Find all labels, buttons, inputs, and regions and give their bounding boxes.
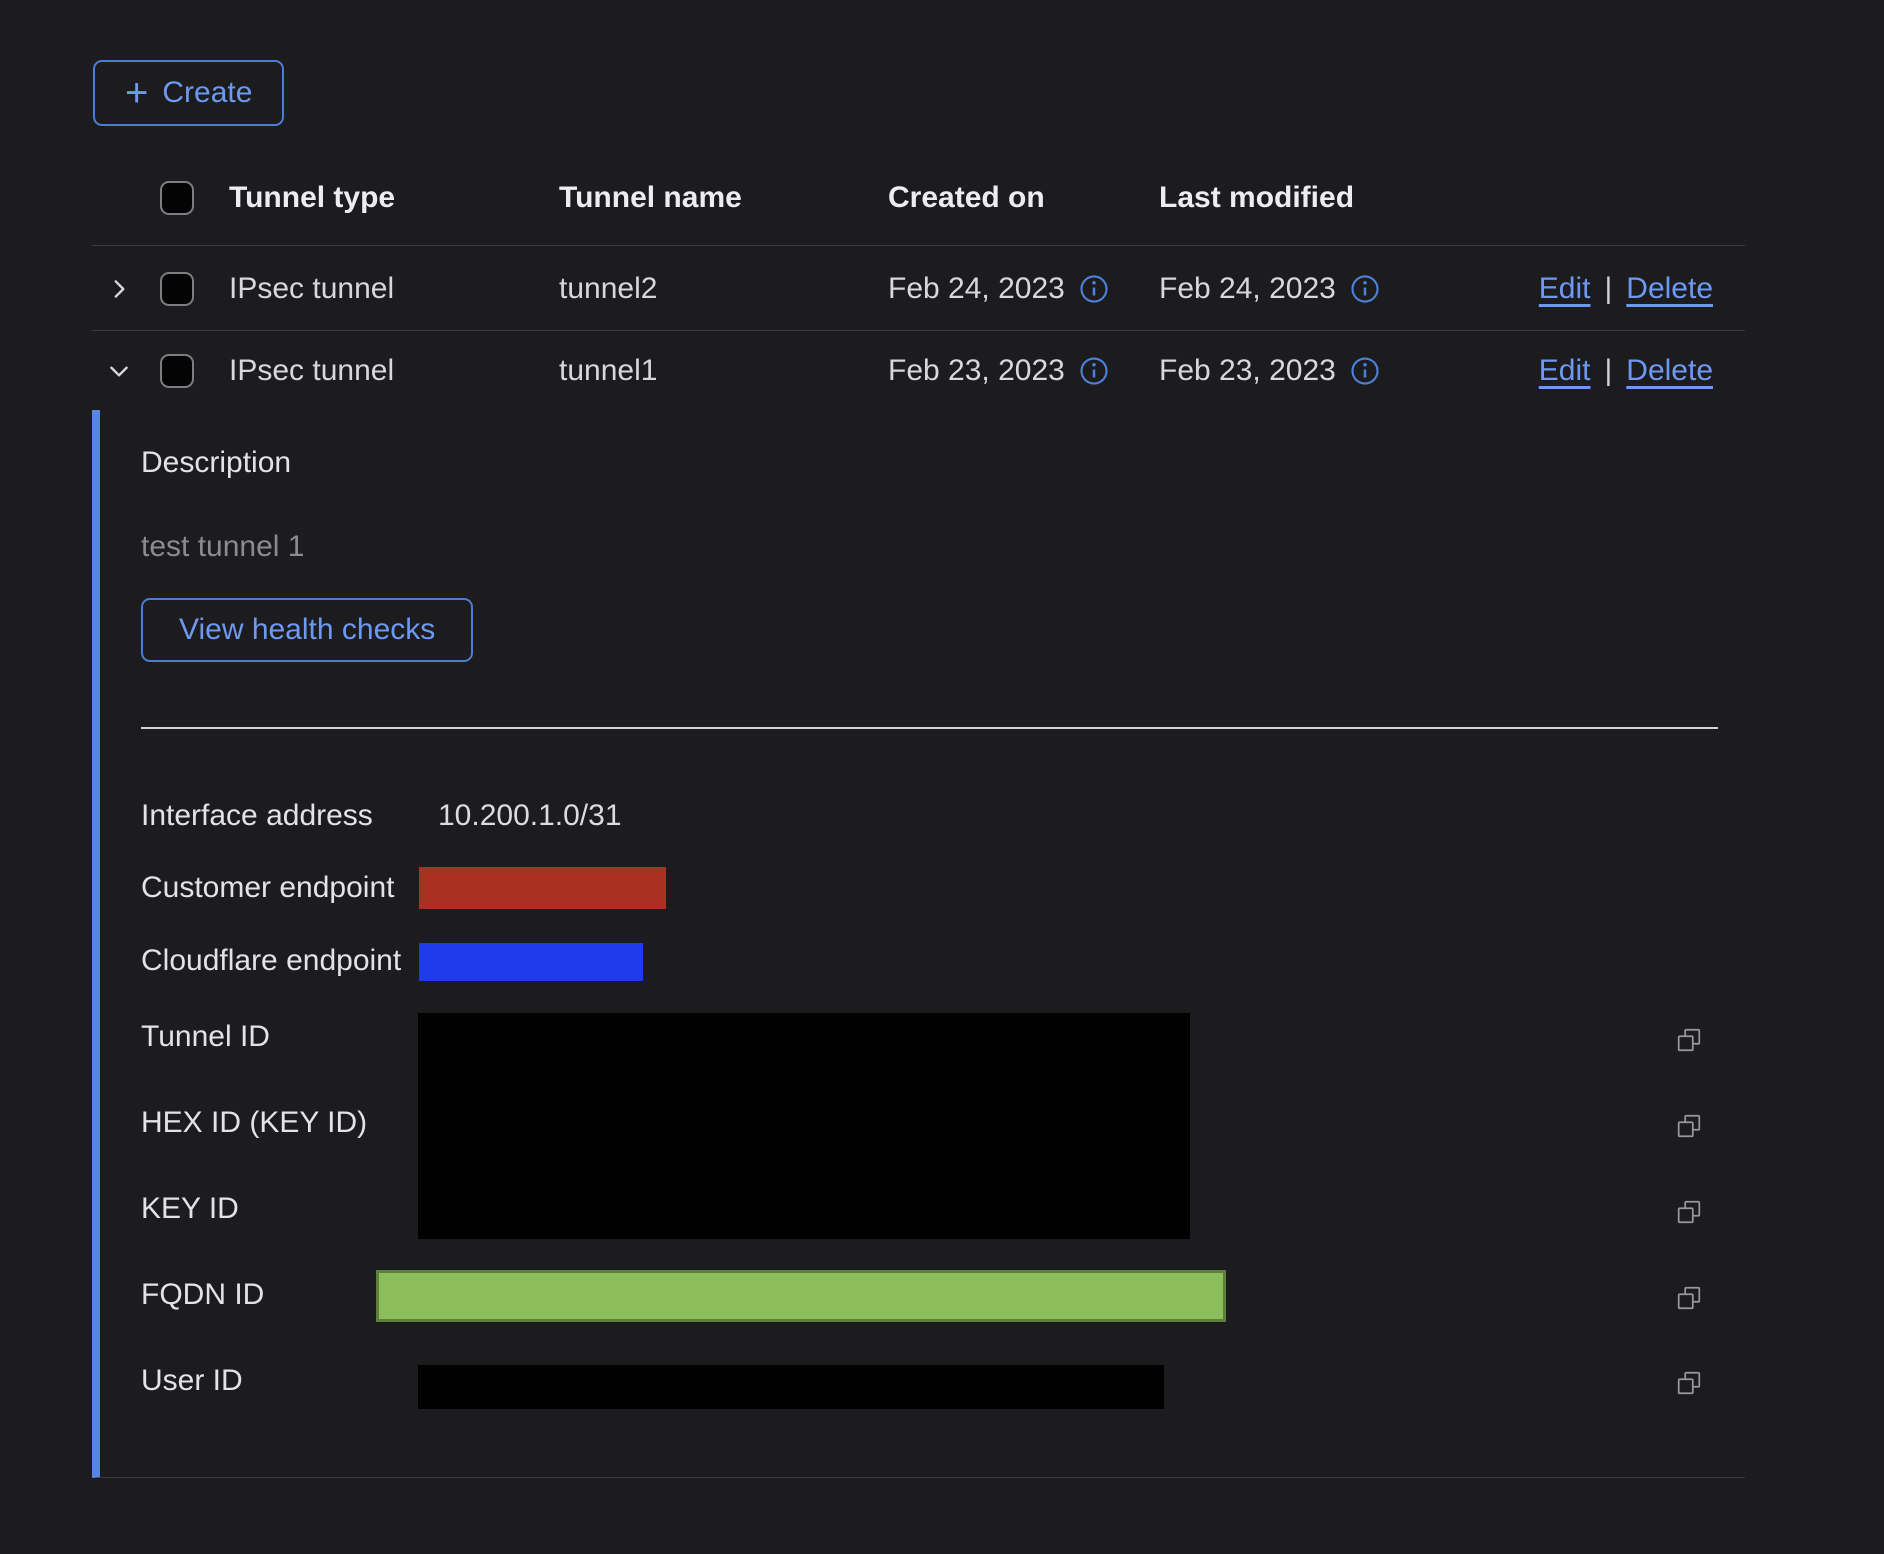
row-checkbox[interactable] xyxy=(160,272,194,306)
copy-icon xyxy=(1676,1027,1702,1053)
copy-hex-id-button[interactable] xyxy=(1676,1113,1702,1139)
table-row-tunnel1: IPsec tunnel tunnel1 Feb 23, 2023 Feb 23… xyxy=(92,332,1745,410)
create-button[interactable]: + Create xyxy=(93,60,284,126)
fqdn-id-redaction xyxy=(376,1270,1226,1322)
field-label-key-id: KEY ID xyxy=(141,1192,239,1226)
description-value: test tunnel 1 xyxy=(141,530,304,564)
copy-user-id-button[interactable] xyxy=(1676,1370,1702,1396)
row-checkbox[interactable] xyxy=(160,354,194,388)
cloudflare-endpoint-redaction xyxy=(419,943,643,981)
section-divider xyxy=(141,727,1718,729)
tunnel-name-cell: tunnel1 xyxy=(559,354,657,388)
copy-icon xyxy=(1676,1285,1702,1311)
created-on-cell: Feb 23, 2023 xyxy=(888,354,1109,388)
row-actions: Edit | Delete xyxy=(1539,354,1713,388)
created-on-value: Feb 24, 2023 xyxy=(888,272,1065,306)
interface-address-value: 10.200.1.0/31 xyxy=(438,799,622,833)
action-separator: | xyxy=(1604,272,1612,306)
header-last-modified: Last modified xyxy=(1159,181,1354,215)
field-label-fqdn-id: FQDN ID xyxy=(141,1278,264,1312)
field-label-user-id: User ID xyxy=(141,1364,243,1398)
tunnel-type-cell: IPsec tunnel xyxy=(229,354,394,388)
table-row-tunnel2: IPsec tunnel tunnel2 Feb 24, 2023 Feb 24… xyxy=(92,247,1745,331)
row-actions: Edit | Delete xyxy=(1539,272,1713,306)
action-separator: | xyxy=(1604,354,1612,388)
header-created-on: Created on xyxy=(888,181,1045,215)
collapse-row-button[interactable] xyxy=(106,358,132,384)
info-icon[interactable] xyxy=(1350,274,1380,304)
view-health-checks-button[interactable]: View health checks xyxy=(141,598,473,662)
last-modified-cell: Feb 23, 2023 xyxy=(1159,354,1380,388)
delete-link[interactable]: Delete xyxy=(1626,354,1713,388)
select-all-checkbox[interactable] xyxy=(160,181,194,215)
create-button-label: Create xyxy=(162,76,252,110)
field-label-tunnel-id: Tunnel ID xyxy=(141,1020,270,1054)
field-label-cloudflare-endpoint: Cloudflare endpoint xyxy=(141,944,401,978)
last-modified-value: Feb 24, 2023 xyxy=(1159,272,1336,306)
customer-endpoint-redaction xyxy=(419,867,666,909)
copy-icon xyxy=(1676,1199,1702,1225)
tunnel-name-cell: tunnel2 xyxy=(559,272,657,306)
copy-fqdn-id-button[interactable] xyxy=(1676,1285,1702,1311)
chevron-right-icon xyxy=(106,276,132,302)
ids-redaction-block xyxy=(418,1013,1190,1239)
table-header-row: Tunnel type Tunnel name Created on Last … xyxy=(92,150,1745,246)
info-icon[interactable] xyxy=(1079,274,1109,304)
copy-tunnel-id-button[interactable] xyxy=(1676,1027,1702,1053)
tunnel-detail-panel: Description test tunnel 1 View health ch… xyxy=(92,410,1745,1478)
field-label-customer-endpoint: Customer endpoint xyxy=(141,871,394,905)
tunnels-page: + Create Tunnel type Tunnel name Created… xyxy=(0,0,1884,1554)
expand-row-button[interactable] xyxy=(106,276,132,302)
header-tunnel-name: Tunnel name xyxy=(559,181,742,215)
delete-link[interactable]: Delete xyxy=(1626,272,1713,306)
info-icon[interactable] xyxy=(1079,356,1109,386)
tunnel-type-cell: IPsec tunnel xyxy=(229,272,394,306)
copy-icon xyxy=(1676,1113,1702,1139)
last-modified-cell: Feb 24, 2023 xyxy=(1159,272,1380,306)
user-id-redaction xyxy=(418,1365,1164,1409)
copy-key-id-button[interactable] xyxy=(1676,1199,1702,1225)
edit-link[interactable]: Edit xyxy=(1539,354,1591,388)
edit-link[interactable]: Edit xyxy=(1539,272,1591,306)
field-label-interface-address: Interface address xyxy=(141,799,373,833)
info-icon[interactable] xyxy=(1350,356,1380,386)
chevron-down-icon xyxy=(106,358,132,384)
description-label: Description xyxy=(141,446,291,480)
created-on-cell: Feb 24, 2023 xyxy=(888,272,1109,306)
created-on-value: Feb 23, 2023 xyxy=(888,354,1065,388)
header-tunnel-type: Tunnel type xyxy=(229,181,395,215)
copy-icon xyxy=(1676,1370,1702,1396)
last-modified-value: Feb 23, 2023 xyxy=(1159,354,1336,388)
field-label-hex-id: HEX ID (KEY ID) xyxy=(141,1106,367,1140)
